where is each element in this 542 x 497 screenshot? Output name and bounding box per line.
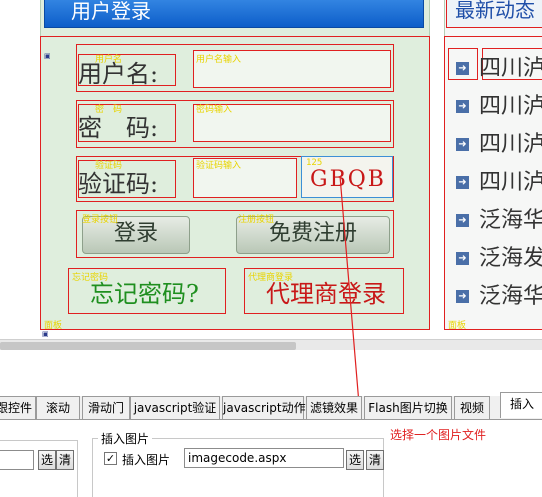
captcha-row-tag: 验证码 [95,161,123,171]
captcha-input-tag: 验证码输入 [196,161,242,171]
news-header-title: 最新动态 [455,0,535,22]
login-header: 用户登录 [44,0,424,28]
news-item[interactable]: ➜ 四川泸 [456,126,542,158]
arrow-right-icon: ➜ [456,214,469,227]
arrow-right-icon: ➜ [456,138,469,151]
element-marker-icon: ▣ [44,52,51,60]
news-panel-bottom-tag: 面板 [448,321,467,331]
tab-javascript-action[interactable]: javascript动作 [222,396,306,419]
image-path-input[interactable]: imagecode.aspx [184,448,344,468]
news-item[interactable]: ➜ 四川泸 [456,164,542,196]
agent-link-tag: 代理商登录 [248,273,294,283]
forgot-link-tag: 忘记密码 [72,273,109,283]
insert-image-group-title: 插入图片 [98,430,153,447]
tab-sliding-door[interactable]: 滑动门 [82,396,130,419]
password-row-tag: 密 码 [95,105,123,115]
tab-scroll[interactable]: 滚动 [36,396,80,419]
arrow-right-icon: ➜ [456,252,469,265]
design-canvas: 用户登录 用户名: 用户名 用户名输入 ▣ 密 码: 密 码 密码输入 验证码:… [0,0,542,350]
annotation-text: 选择一个图片文件 [390,428,487,442]
insert-image-checkbox-label: 插入图片 [122,453,171,467]
arrow-right-icon: ➜ [456,290,469,303]
news-item[interactable]: ➜ 四川泸 [456,88,542,120]
news-item[interactable]: ➜ 泛海华 [456,202,542,234]
captcha-image-tag: 125 [306,158,323,168]
insert-image-checkbox[interactable]: ✓ [104,452,117,465]
left-select-button[interactable]: 选 [38,450,56,470]
arrow-right-icon: ➜ [456,62,469,75]
tab-insert[interactable]: 插入 [500,392,542,418]
left-path-input[interactable] [0,450,34,470]
left-clear-button[interactable]: 清 [56,450,74,470]
element-marker-icon: ▣ [42,330,49,338]
clear-image-button[interactable]: 清 [366,450,384,470]
login-header-title: 用户登录 [71,0,151,23]
select-image-button[interactable]: 选 [346,450,364,470]
tab-filter-effects[interactable]: 滤镜效果 [306,396,362,419]
news-item[interactable]: ➜ 四川泸 [456,50,542,82]
password-input-tag: 密码输入 [196,105,233,115]
arrow-right-icon: ➜ [456,100,469,113]
tab-flash-switch[interactable]: Flash图片切换 [364,396,452,419]
login-button-tag: 登录按钮 [82,215,119,225]
tab-javascript-validation[interactable]: javascript验证 [130,396,220,419]
tab-controls[interactable]: 跟控件 [0,396,36,419]
arrow-right-icon: ➜ [456,176,469,189]
username-input-tag: 用户名输入 [196,55,242,65]
news-item[interactable]: ➜ 泛海华 [456,278,542,310]
news-item[interactable]: ➜ 泛海发 [456,240,542,272]
register-button-tag: 注册按钮 [238,215,275,225]
tab-video[interactable]: 视频 [454,396,490,419]
scrollbar-thumb[interactable] [0,342,296,350]
captcha-image-text: GBQB [310,167,386,192]
news-header: 最新动态 [446,0,542,28]
property-tab-bar: 跟控件 滚动 滑动门 javascript验证 javascript动作 滤镜效… [0,392,542,420]
username-row-tag: 用户名 [95,55,123,65]
horizontal-scrollbar[interactable] [0,339,542,350]
password-label-box [78,104,176,142]
